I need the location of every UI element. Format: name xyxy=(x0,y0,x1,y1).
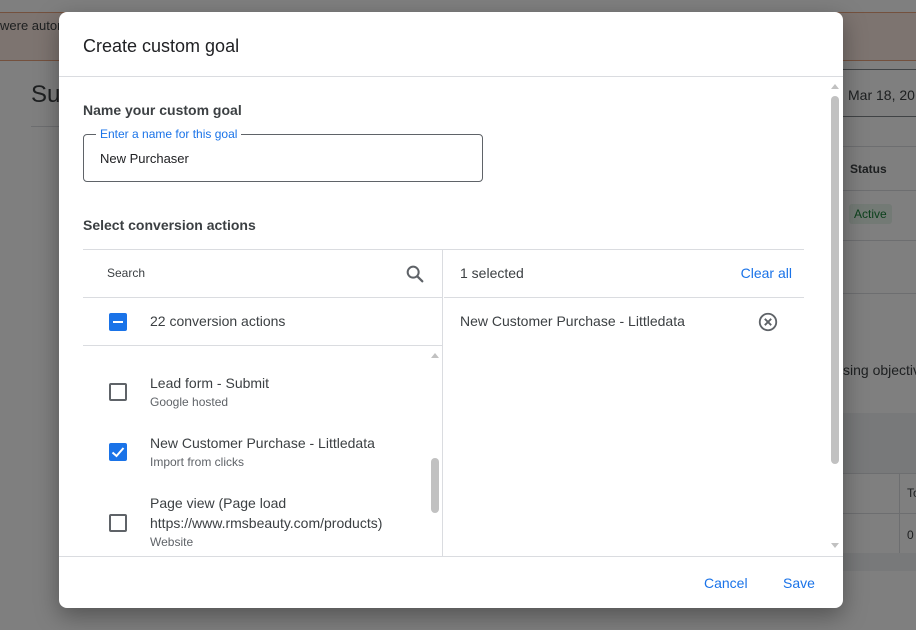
goal-name-label: Enter a name for this goal xyxy=(96,127,242,141)
selected-count: 1 selected xyxy=(460,265,524,281)
create-custom-goal-dialog: Create custom goal Name your custom goal… xyxy=(59,12,843,608)
cancel-button[interactable]: Cancel xyxy=(704,575,748,591)
scroll-up-arrow-icon[interactable] xyxy=(831,84,839,89)
selected-header: 1 selected Clear all xyxy=(444,250,804,298)
scrollbar-thumb[interactable] xyxy=(431,458,439,513)
selected-item-label: New Customer Purchase - Littledata xyxy=(460,313,685,329)
action-source: Website xyxy=(150,535,194,549)
search-input[interactable] xyxy=(107,266,387,280)
action-label: New Customer Purchase - Littledata xyxy=(150,435,375,451)
selected-actions-panel: 1 selected Clear all New Customer Purcha… xyxy=(444,250,804,557)
goal-name-value[interactable]: New Purchaser xyxy=(100,151,189,166)
list-item[interactable]: Lead form - Submit Google hosted xyxy=(83,347,428,409)
action-checkbox[interactable] xyxy=(109,383,127,401)
scroll-down-arrow-icon[interactable] xyxy=(831,543,839,548)
conversion-action-list: Lead form - Submit Google hosted New Cus… xyxy=(83,347,443,557)
dialog-title: Create custom goal xyxy=(83,36,240,56)
action-source: Import from clicks xyxy=(150,455,245,469)
list-item[interactable]: Page view (Page load https://www.rmsbeau… xyxy=(83,485,428,557)
action-checkbox[interactable] xyxy=(109,443,127,461)
search-row xyxy=(83,250,443,298)
select-all-label: 22 conversion actions xyxy=(150,313,286,329)
goal-name-field[interactable]: Enter a name for this goal New Purchaser xyxy=(83,127,483,182)
action-label: Lead form - Submit xyxy=(150,375,270,391)
action-label-continued: https://www.rmsbeauty.com/products) xyxy=(150,515,383,531)
dialog-footer-divider xyxy=(59,556,843,557)
list-item[interactable]: New Customer Purchase - Littledata Impor… xyxy=(83,417,428,477)
clear-all-button[interactable]: Clear all xyxy=(741,265,792,281)
scroll-up-arrow-icon[interactable] xyxy=(431,353,439,358)
conversion-section-title: Select conversion actions xyxy=(83,217,256,233)
action-label: Page view (Page load xyxy=(150,495,287,511)
search-icon[interactable] xyxy=(404,263,426,285)
dialog-scrollbar[interactable] xyxy=(830,80,840,552)
name-section-title: Name your custom goal xyxy=(83,102,242,118)
checkmark-icon xyxy=(111,447,125,458)
indeterminate-icon xyxy=(113,321,123,323)
remove-circle-icon[interactable] xyxy=(757,311,779,333)
select-all-checkbox[interactable] xyxy=(109,313,127,331)
select-all-row[interactable]: 22 conversion actions xyxy=(83,298,443,346)
scrollbar-thumb[interactable] xyxy=(831,96,839,464)
list-scrollbar[interactable] xyxy=(430,349,440,555)
action-checkbox[interactable] xyxy=(109,514,127,532)
save-button[interactable]: Save xyxy=(783,575,815,591)
conversion-action-picker: 22 conversion actions Lead form - Submit… xyxy=(83,249,804,557)
dialog-header-divider xyxy=(59,76,843,77)
available-actions-panel: 22 conversion actions Lead form - Submit… xyxy=(83,250,443,557)
action-source: Google hosted xyxy=(150,395,229,409)
